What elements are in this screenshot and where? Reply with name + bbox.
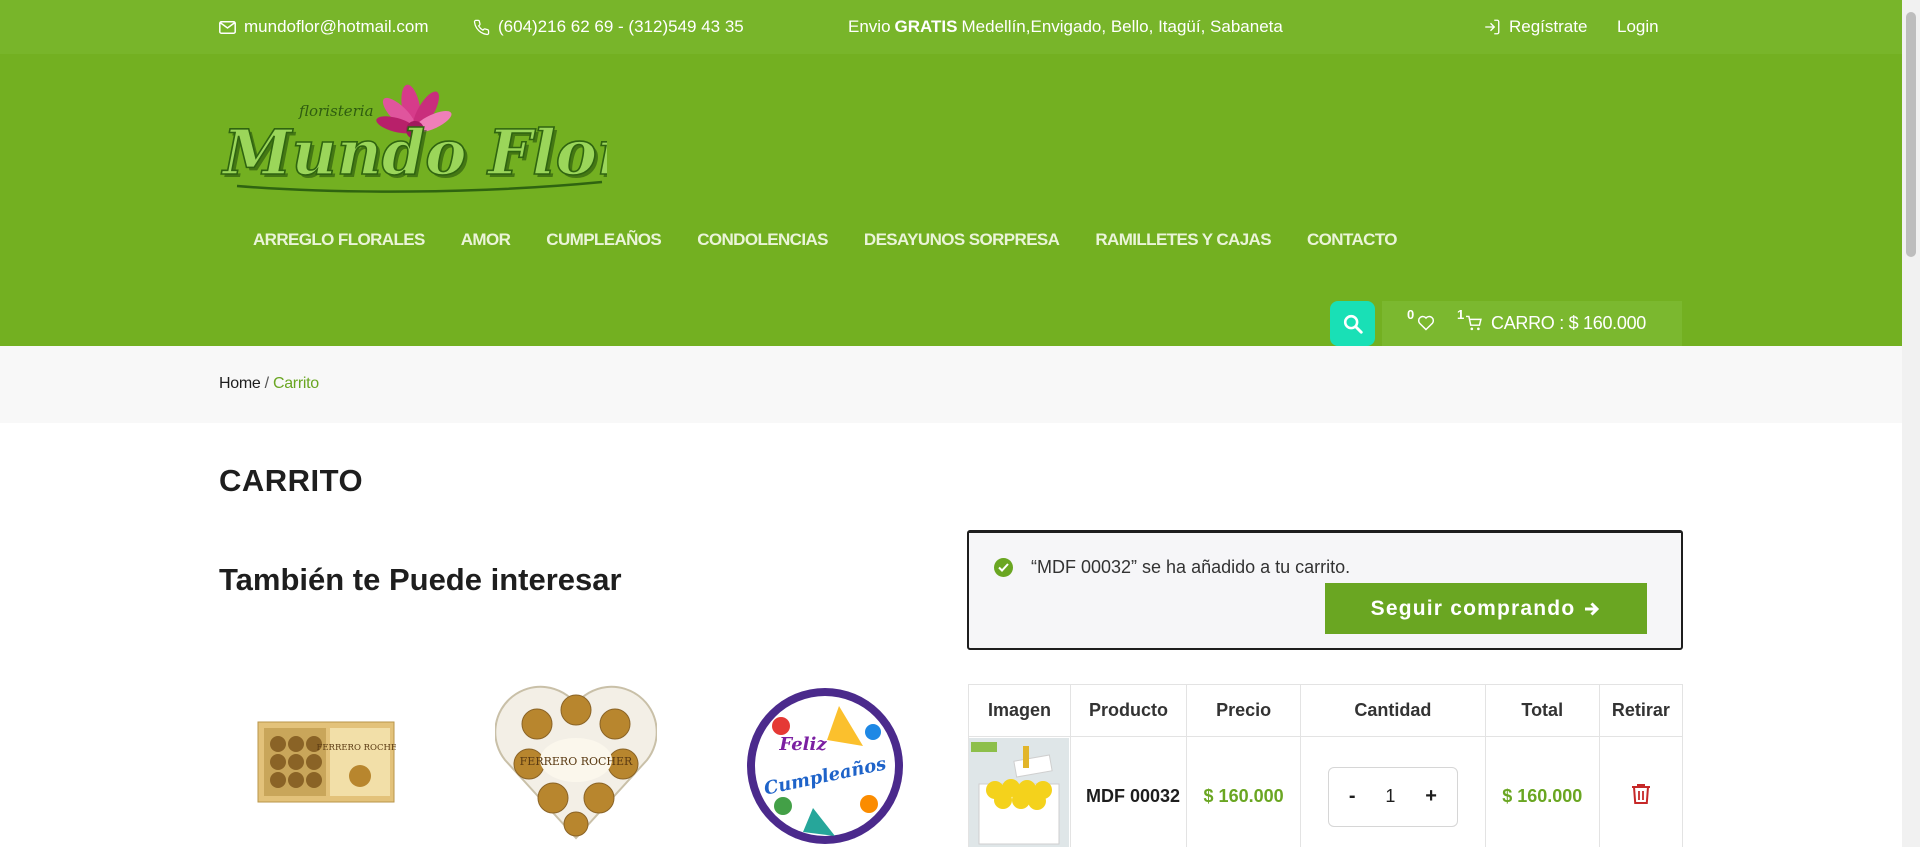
cart-added-notice: “MDF 00032” se ha añadido a tu carrito. … — [967, 530, 1683, 650]
shipping-cities: Medellín,Envigado, Bello, Itagüí, Sabane… — [961, 17, 1283, 36]
product-3-line1: Feliz — [778, 734, 827, 755]
email-text: mundoflor@hotmail.com — [244, 17, 429, 36]
cart-item-image-cell — [968, 736, 1071, 847]
quantity-stepper: - 1 + — [1327, 766, 1458, 827]
login-label: Login — [1617, 17, 1659, 36]
phone-contact[interactable]: (604)216 62 69 - (312)549 43 35 — [473, 17, 744, 37]
top-bar: mundoflor@hotmail.com (604)216 62 69 - (… — [0, 0, 1902, 54]
page-title: CARRITO — [219, 463, 364, 498]
breadcrumb: Home / Carrito — [0, 346, 1902, 423]
col-precio: Precio — [1185, 684, 1302, 737]
nav-item-contacto[interactable]: CONTACTO — [1307, 230, 1398, 250]
breadcrumb-current: Carrito — [272, 375, 319, 392]
quantity-minus-button[interactable]: - — [1349, 785, 1356, 808]
logo-main-text: Mundo Flor — [221, 116, 607, 189]
nav-item-condolencias[interactable]: CONDOLENCIAS — [697, 230, 828, 250]
nav-item-ramilletes-y-cajas[interactable]: RAMILLETES Y CAJAS — [1095, 230, 1271, 250]
register-label: Regístrate — [1509, 17, 1588, 36]
col-producto: Producto — [1070, 684, 1187, 737]
cart-item-remove-cell — [1598, 736, 1684, 847]
cart-item-quantity-cell: - 1 + — [1300, 736, 1486, 847]
sign-in-icon — [1485, 19, 1500, 35]
product-image-ferrero-box[interactable]: FERRERO ROCHER — [256, 718, 396, 804]
page-scrollbar[interactable] — [1902, 0, 1920, 847]
search-button[interactable] — [1330, 301, 1375, 346]
cart-total-label: CARRO : $ 160.000 — [1491, 313, 1646, 333]
shipping-free: GRATIS — [894, 17, 958, 36]
login-link[interactable]: Login — [1617, 17, 1659, 37]
arrow-right-icon — [1585, 601, 1600, 616]
nav-item-arreglo-florales[interactable]: ARREGLO FLORALES — [253, 230, 425, 250]
search-icon — [1343, 314, 1363, 334]
col-retirar: Retirar — [1598, 684, 1684, 737]
scrollbar-thumb[interactable] — [1906, 12, 1916, 257]
check-circle-icon — [994, 558, 1013, 577]
cart-count: 1 — [1457, 307, 1465, 322]
product-2-brand: FERRERO ROCHER — [520, 755, 633, 768]
continue-shopping-label: Seguir comprando — [1370, 596, 1576, 620]
cart-item-name[interactable]: MDF 00032 — [1070, 736, 1187, 847]
continue-shopping-button[interactable]: Seguir comprando — [1325, 583, 1647, 634]
phone-text: (604)216 62 69 - (312)549 43 35 — [498, 17, 744, 36]
cart-item-image[interactable] — [969, 737, 1069, 847]
trash-icon[interactable] — [1631, 783, 1651, 810]
quantity-plus-button[interactable]: + — [1425, 785, 1437, 808]
main-nav: ARREGLO FLORALES AMOR CUMPLEAÑOS CONDOLE… — [253, 230, 1398, 250]
breadcrumb-separator: / — [264, 375, 269, 392]
cart-table: Imagen Producto Precio Cantidad Total Re… — [968, 684, 1684, 847]
phone-icon — [473, 19, 490, 35]
site-logo[interactable]: floristeria Mundo Flor Mundo Flor — [217, 82, 607, 212]
register-link[interactable]: Regístrate — [1483, 17, 1587, 37]
cart-table-header: Imagen Producto Precio Cantidad Total Re… — [968, 684, 1684, 737]
cart-item-price: $ 160.000 — [1185, 736, 1302, 847]
nav-item-amor[interactable]: AMOR — [461, 230, 511, 250]
cart-icon — [1466, 315, 1482, 331]
related-products-title: También te Puede interesar — [219, 562, 622, 597]
quantity-value[interactable]: 1 — [1385, 786, 1395, 807]
product-image-ferrero-heart[interactable]: FERRERO ROCHER — [495, 680, 657, 840]
nav-item-desayunos-sorpresa[interactable]: DESAYUNOS SORPRESA — [864, 230, 1060, 250]
email-contact[interactable]: mundoflor@hotmail.com — [219, 17, 429, 37]
breadcrumb-home[interactable]: Home — [219, 375, 261, 392]
nav-item-cumpleanos[interactable]: CUMPLEAÑOS — [546, 230, 662, 250]
col-cantidad: Cantidad — [1300, 684, 1486, 737]
table-row: MDF 00032 $ 160.000 - 1 + $ 160.000 — [968, 736, 1684, 847]
cart-item-total: $ 160.000 — [1484, 736, 1600, 847]
shipping-banner: Envio GRATIS Medellín,Envigado, Bello, I… — [848, 17, 1283, 37]
heart-icon — [1417, 315, 1435, 331]
product-1-brand: FERRERO ROCHER — [316, 743, 396, 753]
envelope-icon — [219, 20, 236, 34]
shipping-prefix: Envio — [848, 17, 891, 36]
wishlist-count: 0 — [1407, 307, 1415, 322]
notice-message: “MDF 00032” se ha añadido a tu carrito. — [1031, 557, 1351, 577]
col-total: Total — [1484, 684, 1600, 737]
product-image-balloon[interactable]: Feliz Cumpleaños — [743, 686, 907, 846]
col-imagen: Imagen — [968, 684, 1071, 737]
